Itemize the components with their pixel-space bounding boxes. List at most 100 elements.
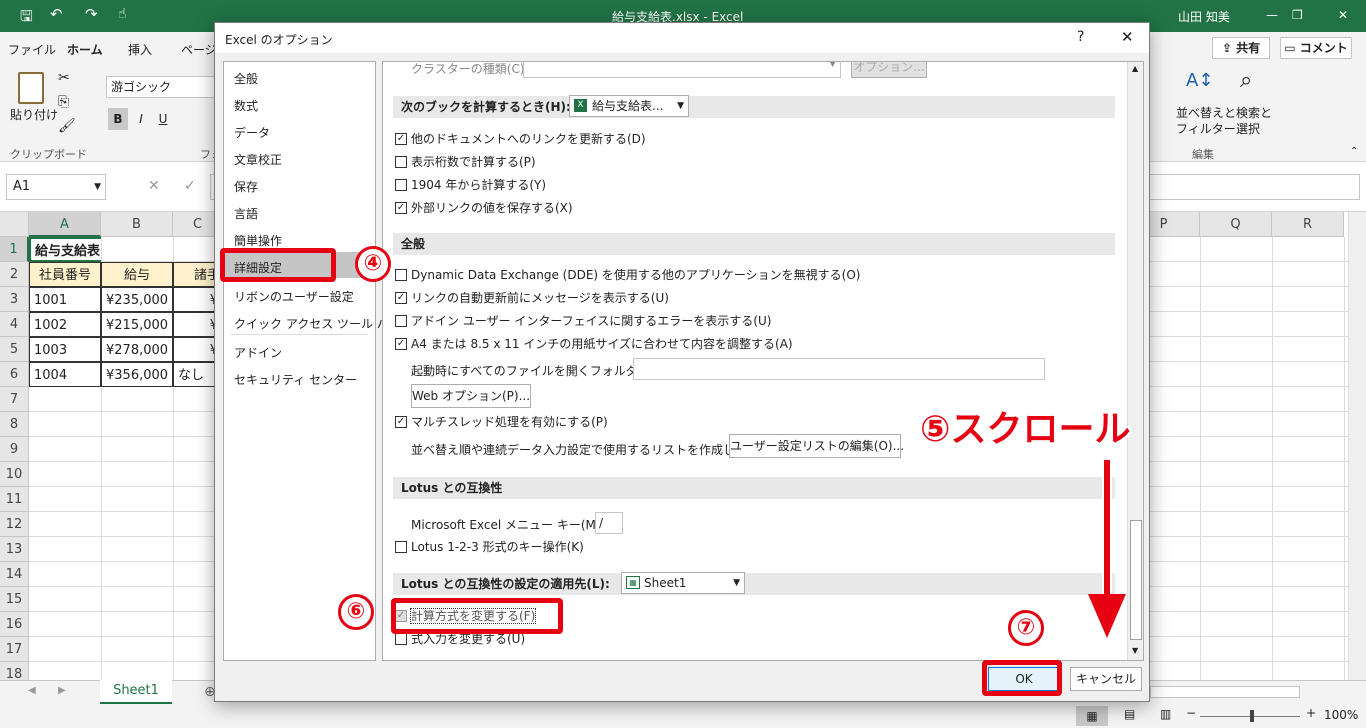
row-header[interactable]: 2 (0, 262, 29, 287)
cell-b3[interactable]: ¥235,000 (101, 287, 173, 312)
cell-a1[interactable]: 給与支給表 (29, 237, 101, 262)
vertical-scrollbar[interactable] (1348, 212, 1366, 680)
zoom-in-icon[interactable]: + (1306, 706, 1316, 720)
copy-icon[interactable]: ⎘ (58, 94, 69, 110)
row-header[interactable]: 5 (0, 337, 29, 362)
startup-folder-input[interactable] (633, 358, 1045, 380)
sort-filter-label[interactable]: 並べ替えと (1176, 104, 1236, 121)
sheet-tab-sheet1[interactable]: Sheet1 (100, 680, 172, 704)
option-scale-a4[interactable]: ✓ A4 または 8.5 x 11 インチの用紙サイズに合わせて内容を調整する(A… (395, 336, 793, 352)
undo-icon[interactable]: ↶ (50, 5, 63, 23)
nav-trust-center[interactable]: セキュリティ センター (234, 371, 357, 388)
sort-filter-label-2[interactable]: フィルター (1176, 120, 1236, 137)
comment-button[interactable]: ▭ コメント (1280, 37, 1352, 59)
cell-b4[interactable]: ¥215,000 (101, 312, 173, 337)
row-header[interactable]: 14 (0, 562, 29, 587)
column-header-q[interactable]: Q (1200, 212, 1272, 237)
nav-quick-access[interactable]: クイック アクセス ツール バー (234, 315, 401, 332)
italic-button[interactable]: I (132, 108, 150, 130)
next-sheet-icon[interactable]: ▶ (58, 685, 66, 696)
nav-formulas[interactable]: 数式 (234, 97, 258, 114)
zoom-level[interactable]: 100% (1324, 708, 1358, 722)
edit-custom-lists-button[interactable]: ユーザー設定リストの編集(O)... (729, 434, 904, 458)
checkbox[interactable]: ✓ (395, 338, 407, 350)
cell-a5[interactable]: 1003 (29, 337, 101, 362)
paste-button-label[interactable]: 貼り付け (10, 106, 58, 123)
paste-icon[interactable] (18, 72, 44, 104)
nav-addins[interactable]: アドイン (234, 344, 282, 361)
prev-sheet-icon[interactable]: ◀ (28, 685, 36, 696)
checkbox[interactable] (395, 315, 407, 327)
checkbox[interactable] (395, 156, 407, 168)
column-header-a[interactable]: A (29, 212, 101, 237)
cluster-type-select[interactable]: ▼ (523, 62, 841, 78)
checkbox[interactable] (395, 633, 407, 645)
sort-filter-icon[interactable]: A↕ (1186, 70, 1213, 91)
option-update-links[interactable]: ✓ 他のドキュメントへのリンクを更新する(D) (395, 131, 646, 147)
cancel-entry-icon[interactable]: ✕ (148, 178, 160, 194)
nav-customize-ribbon[interactable]: リボンのユーザー設定 (234, 288, 354, 305)
menu-key-input[interactable]: / (595, 512, 623, 534)
checkbox[interactable] (395, 269, 407, 281)
collapse-ribbon-icon[interactable]: ⌃ (1350, 146, 1358, 157)
cell-a2[interactable]: 社員番号 (29, 262, 101, 287)
option-precision-as-displayed[interactable]: 表示桁数で計算する(P) (395, 154, 536, 170)
checkbox[interactable] (395, 541, 407, 553)
nav-accessibility[interactable]: 簡単操作 (234, 232, 282, 249)
help-button[interactable]: ? (1077, 29, 1084, 45)
redo-icon[interactable]: ↷ (85, 5, 98, 23)
restore-icon[interactable]: ❐ (1292, 8, 1303, 22)
nav-language[interactable]: 言語 (234, 205, 258, 222)
option-addin-errors[interactable]: アドイン ユーザー インターフェイスに関するエラーを表示する(U) (395, 313, 771, 329)
row-header[interactable]: 1 (0, 237, 29, 262)
nav-proofing[interactable]: 文章校正 (234, 151, 282, 168)
option-ask-update-links[interactable]: ✓ リンクの自動更新前にメッセージを表示する(U) (395, 290, 669, 306)
zoom-slider-thumb[interactable] (1250, 710, 1254, 722)
cell-a3[interactable]: 1001 (29, 287, 101, 312)
column-header-b[interactable]: B (101, 212, 173, 237)
row-header[interactable]: 12 (0, 512, 29, 537)
scroll-thumb[interactable] (1130, 520, 1142, 640)
tab-insert[interactable]: 挿入 (128, 41, 152, 58)
option-save-external-links[interactable]: ✓ 外部リンクの値を保存する(X) (395, 200, 573, 216)
row-header[interactable]: 7 (0, 387, 29, 412)
web-options-button[interactable]: Web オプション(P)... (411, 384, 531, 408)
workbook-select[interactable]: X 給与支給表... ▼ (569, 95, 689, 117)
find-select-label-2[interactable]: 選択 (1236, 120, 1260, 137)
row-header[interactable]: 6 (0, 362, 29, 387)
touch-mode-icon[interactable]: ☝ (118, 6, 127, 22)
cell-b6[interactable]: ¥356,000 (101, 362, 173, 387)
row-header[interactable]: 17 (0, 637, 29, 662)
format-painter-icon[interactable]: 🖌 (58, 118, 76, 134)
cell-a6[interactable]: 1004 (29, 362, 101, 387)
nav-data[interactable]: データ (234, 124, 270, 141)
scroll-down-icon[interactable]: ▼ (1132, 646, 1138, 655)
checkbox[interactable]: ✓ (395, 202, 407, 214)
row-header[interactable]: 10 (0, 462, 29, 487)
checkbox[interactable] (395, 179, 407, 191)
column-header-r[interactable]: R (1272, 212, 1344, 237)
scroll-up-icon[interactable]: ▲ (1132, 64, 1138, 73)
zoom-out-icon[interactable]: − (1186, 706, 1196, 720)
cell-a4[interactable]: 1002 (29, 312, 101, 337)
row-header[interactable]: 4 (0, 312, 29, 337)
nav-save[interactable]: 保存 (234, 178, 258, 195)
normal-view-icon[interactable]: ▦ (1076, 706, 1108, 726)
page-break-view-icon[interactable]: ▥ (1160, 707, 1171, 721)
save-icon[interactable]: 🖫 (20, 6, 33, 31)
bold-button[interactable]: B (108, 108, 128, 130)
checkbox[interactable]: ✓ (395, 133, 407, 145)
option-1904-date[interactable]: 1904 年から計算する(Y) (395, 177, 546, 193)
row-header[interactable]: 8 (0, 412, 29, 437)
tab-page[interactable]: ページ (181, 41, 217, 58)
cut-icon[interactable]: ✂ (58, 70, 70, 86)
row-header[interactable]: 13 (0, 537, 29, 562)
option-multithread[interactable]: ✓ マルチスレッド処理を有効にする(P) (395, 414, 608, 430)
name-box[interactable]: A1 ▼ (6, 174, 106, 200)
underline-button[interactable]: U (154, 108, 172, 130)
option-lotus-keys[interactable]: Lotus 1-2-3 形式のキー操作(K) (395, 539, 584, 555)
row-header[interactable]: 15 (0, 587, 29, 612)
row-header[interactable]: 9 (0, 437, 29, 462)
row-header[interactable]: 16 (0, 612, 29, 637)
page-layout-view-icon[interactable]: ▤ (1124, 707, 1135, 721)
